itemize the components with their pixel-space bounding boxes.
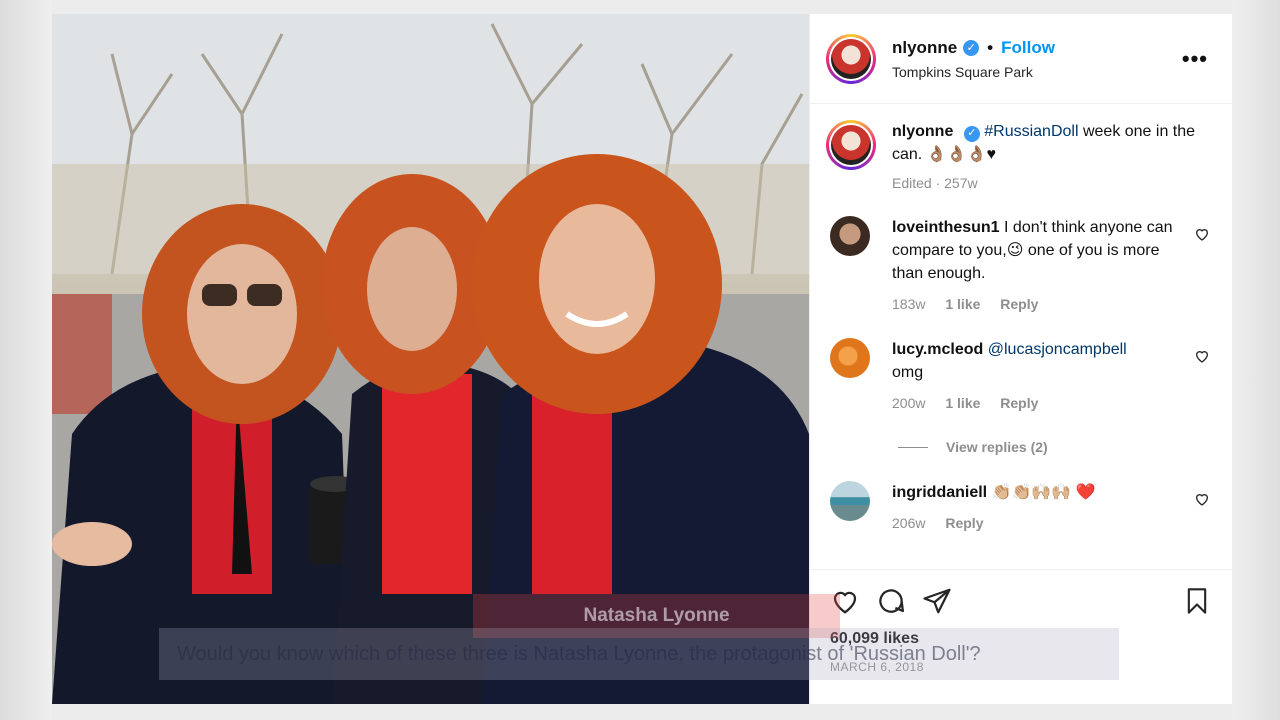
subtitle-overlay: Would you know which of these three is N…	[159, 628, 1119, 680]
caption-avatar[interactable]	[826, 120, 876, 170]
comment-icon[interactable]	[876, 586, 906, 616]
follow-button[interactable]: Follow	[1001, 38, 1055, 58]
location-link[interactable]: Tompkins Square Park	[892, 64, 1055, 80]
comment-likes[interactable]: 1 like	[945, 296, 980, 312]
replies-divider	[898, 446, 928, 448]
comment-username[interactable]: lucy.mcleod	[892, 341, 983, 358]
comment-text: omg	[892, 364, 924, 381]
comment-mention[interactable]: @lucasjoncampbell	[988, 341, 1127, 358]
verified-icon: ✓	[963, 125, 980, 142]
author-avatar[interactable]	[826, 33, 876, 84]
caption-meta: Edited · 257w	[892, 175, 978, 191]
post-side-panel: nlyonne ✓ • Follow Tompkins Square Park …	[809, 14, 1232, 704]
commenter-avatar[interactable]	[830, 481, 870, 521]
commenter-avatar[interactable]	[830, 216, 870, 256]
comment-text: 👏🏼👏🏼🙌🏼🙌🏼 ❤️	[987, 484, 1096, 501]
bookmark-icon[interactable]	[1183, 587, 1211, 615]
post-caption: nlyonne ✓ #RussianDoll week one in the c…	[810, 104, 1232, 224]
header-separator: •	[987, 37, 994, 57]
view-replies-label: View replies (2)	[946, 439, 1048, 455]
video-backdrop-left	[0, 0, 52, 720]
comment-username[interactable]: loveinthesun1	[892, 219, 1000, 236]
comment-item: loveinthesun1 I don't think anyone can c…	[810, 216, 1232, 316]
comment-username[interactable]: ingriddaniell	[892, 484, 987, 501]
view-replies-button[interactable]: View replies (2)	[810, 427, 1232, 467]
comment-item: lucy.mcleod @lucasjoncampbell omg 200w 1…	[810, 338, 1232, 415]
commenter-avatar[interactable]	[830, 338, 870, 378]
comment-item: ingriddaniell 👏🏼👏🏼🙌🏼🙌🏼 ❤️ 206w Reply	[810, 481, 1232, 535]
more-icon[interactable]: •••	[1182, 48, 1208, 70]
post-header: nlyonne ✓ • Follow Tompkins Square Park …	[810, 14, 1232, 104]
reply-button[interactable]: Reply	[1000, 395, 1038, 411]
verified-icon: ✓	[963, 39, 980, 56]
comment-time: 206w	[892, 515, 926, 531]
caption-username[interactable]: nlyonne	[892, 123, 953, 140]
share-icon[interactable]	[922, 586, 952, 616]
video-backdrop-right	[1232, 0, 1280, 720]
author-username[interactable]: nlyonne	[892, 38, 957, 58]
comment-time: 200w	[892, 395, 926, 411]
comment-time: 183w	[892, 296, 926, 312]
heart-icon[interactable]	[1194, 491, 1210, 507]
heart-icon[interactable]	[1194, 226, 1210, 242]
reply-button[interactable]: Reply	[1000, 296, 1038, 312]
comment-likes[interactable]: 1 like	[945, 395, 980, 411]
heart-icon[interactable]	[1194, 348, 1210, 364]
caption-hashtag[interactable]: #RussianDoll	[984, 123, 1078, 140]
reply-button[interactable]: Reply	[945, 515, 983, 531]
